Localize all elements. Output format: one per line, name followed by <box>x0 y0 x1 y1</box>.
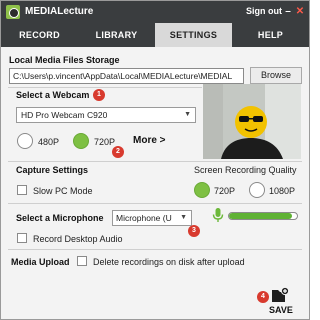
record-desktop-audio-label: Record Desktop Audio <box>33 234 123 244</box>
webcam-preview-image <box>203 84 301 159</box>
tab-library[interactable]: LIBRARY <box>78 23 155 47</box>
chevron-down-icon: ▼ <box>180 214 187 221</box>
capture-section-title: Capture Settings <box>16 165 89 175</box>
microphone-icon <box>212 208 224 222</box>
screen-quality-label: Screen Recording Quality <box>194 165 297 175</box>
tab-help[interactable]: HELP <box>232 23 309 47</box>
step-badge-1: 1 <box>93 89 105 101</box>
divider <box>8 161 302 162</box>
storage-path-field[interactable]: C:\Users\p.vincent\AppData\Local\MEDIALe… <box>9 68 244 84</box>
app-logo-icon <box>6 5 20 19</box>
microphone-select[interactable]: Microphone (U ▼ <box>112 210 192 226</box>
close-icon[interactable]: ✕ <box>294 5 306 18</box>
save-button[interactable]: SAVE <box>264 285 294 319</box>
slow-pc-checkbox[interactable] <box>17 185 27 195</box>
microphone-section-title: Select a Microphone <box>16 213 104 223</box>
save-label: SAVE <box>269 305 293 315</box>
webcam-res-720-label: 720P <box>94 137 116 147</box>
step-badge-2: 2 <box>112 146 124 158</box>
delete-after-upload-checkbox[interactable] <box>77 256 87 266</box>
tab-record[interactable]: RECORD <box>1 23 78 47</box>
browse-button[interactable]: Browse <box>250 67 302 84</box>
webcam-res-480-label: 480P <box>38 137 60 147</box>
divider <box>8 249 302 250</box>
chevron-down-icon: ▼ <box>184 111 191 118</box>
webcam-res-480-radio[interactable] <box>17 133 33 149</box>
screen-quality-720-radio[interactable] <box>194 182 210 198</box>
divider <box>8 203 302 204</box>
webcam-section-title: Select a Webcam <box>16 90 90 100</box>
webcam-res-720-radio[interactable] <box>73 133 89 149</box>
storage-section-title: Local Media Files Storage <box>9 55 120 65</box>
upload-section-title: Media Upload <box>11 257 70 267</box>
delete-after-upload-label: Delete recordings on disk after upload <box>93 257 245 267</box>
minimize-icon[interactable]: – <box>282 5 294 18</box>
tab-bar: RECORD LIBRARY SETTINGS HELP <box>1 23 309 47</box>
tab-settings[interactable]: SETTINGS <box>155 23 232 47</box>
more-resolutions-link[interactable]: More > <box>133 135 166 146</box>
microphone-level-fill <box>229 213 293 219</box>
screen-quality-720-label: 720P <box>214 186 236 196</box>
microphone-select-value: Microphone (U <box>116 213 172 223</box>
webcam-preview <box>203 84 301 159</box>
screen-quality-1080-radio[interactable] <box>249 182 265 198</box>
title-bar: MEDIALecture Sign out – ✕ <box>1 1 309 23</box>
app-title: MEDIALecture <box>25 6 94 17</box>
slow-pc-label: Slow PC Mode <box>33 186 93 196</box>
step-badge-3: 3 <box>188 225 200 237</box>
app-window: MEDIALecture Sign out – ✕ RECORD LIBRARY… <box>0 0 310 320</box>
microphone-level-meter <box>228 212 298 220</box>
sign-out-link[interactable]: Sign out <box>246 6 282 16</box>
divider <box>8 87 202 88</box>
folder-save-icon <box>272 287 289 302</box>
record-desktop-audio-checkbox[interactable] <box>17 233 27 243</box>
screen-quality-1080-label: 1080P <box>269 186 296 196</box>
webcam-select-value: HD Pro Webcam C920 <box>21 110 108 120</box>
webcam-select[interactable]: HD Pro Webcam C920 ▼ <box>16 107 196 123</box>
